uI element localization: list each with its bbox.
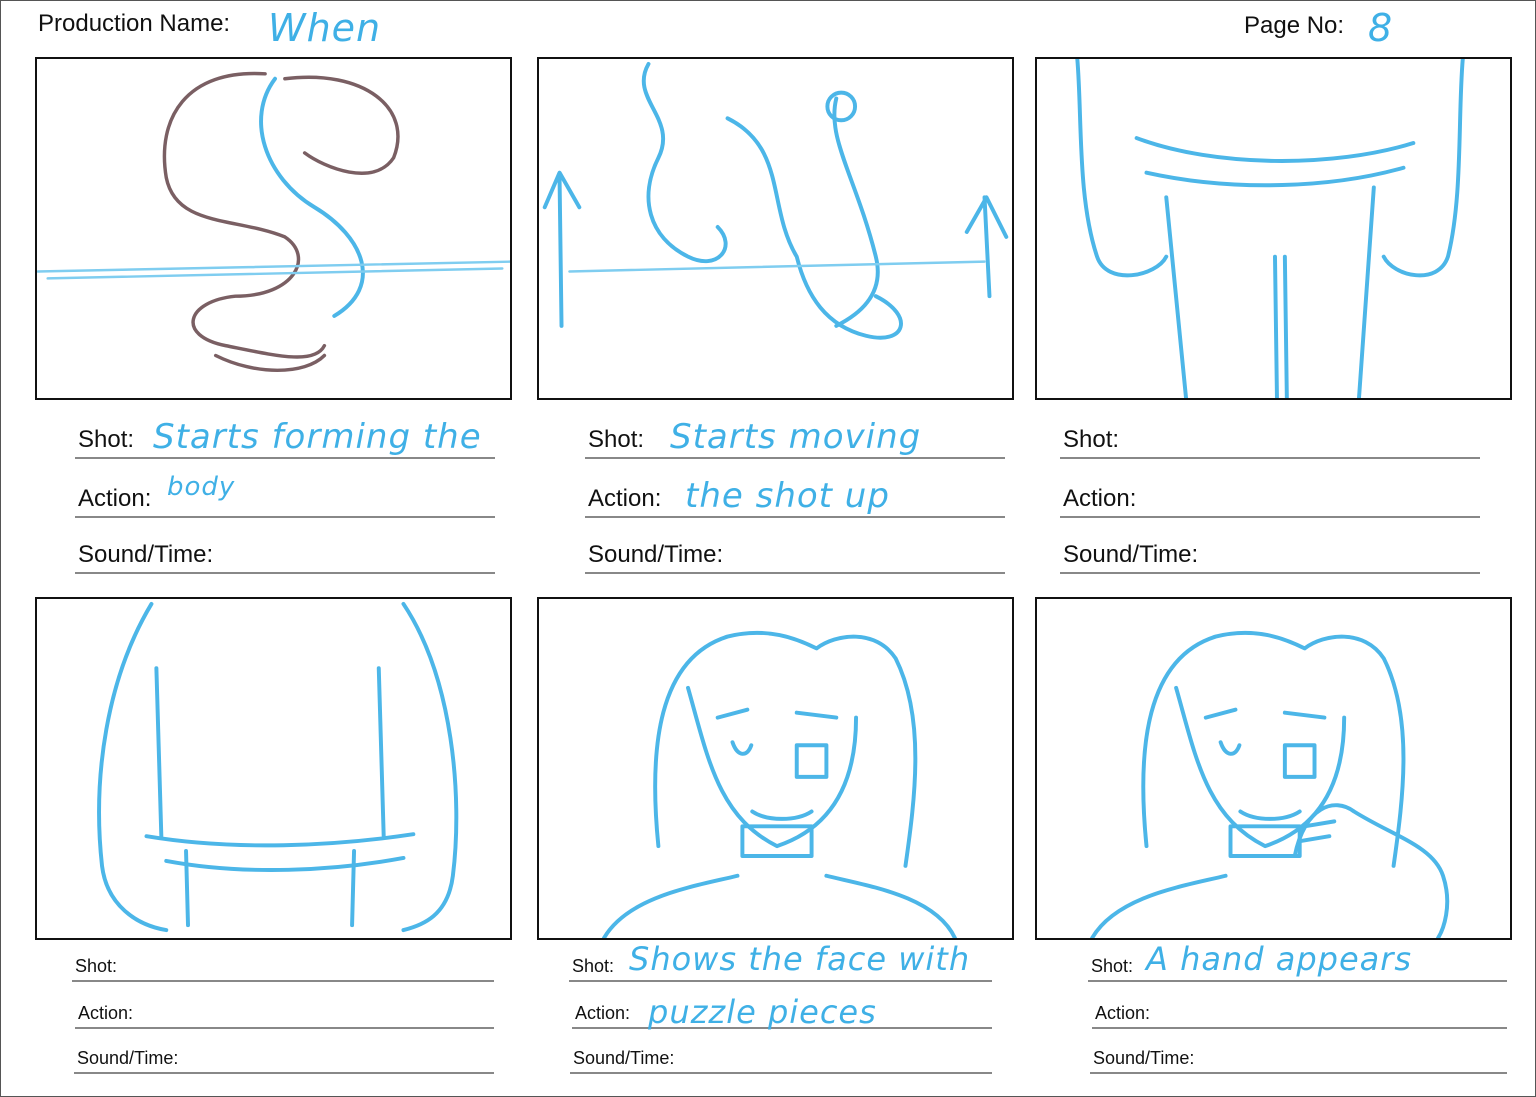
panel-3-action-field[interactable]: Action: bbox=[1060, 475, 1480, 518]
panel-4-frame[interactable] bbox=[35, 597, 512, 940]
panel-3-sketch bbox=[1075, 59, 1465, 398]
panel-6-shot-field[interactable]: Shot: A hand appears bbox=[1088, 940, 1507, 982]
action-label: Action: bbox=[1063, 485, 1137, 512]
sound-time-label: Sound/Time: bbox=[1093, 1048, 1195, 1068]
panel-2-sound-field[interactable]: Sound/Time: bbox=[585, 533, 1005, 574]
panel-1-action-field[interactable]: Action: body bbox=[75, 472, 495, 518]
panel-1-frame[interactable] bbox=[35, 57, 512, 400]
action-label: Action: bbox=[78, 1003, 134, 1023]
panel-3-sound-field[interactable]: Sound/Time: bbox=[1060, 533, 1480, 574]
action-label: Action: bbox=[588, 485, 662, 512]
production-name-label: Production Name: bbox=[38, 10, 231, 37]
panel-4-sketch bbox=[97, 601, 459, 933]
panel-2-shot-field[interactable]: Shot: Starts moving bbox=[585, 416, 1005, 459]
shot-label: Shot: bbox=[572, 956, 615, 976]
panel-2-frame[interactable] bbox=[537, 57, 1014, 400]
panel-3-shot-field[interactable]: Shot: bbox=[1060, 416, 1480, 459]
panel-1-shot-note: Starts forming the bbox=[153, 417, 482, 457]
sound-time-label: Sound/Time: bbox=[573, 1048, 675, 1068]
panel-5-sketch bbox=[602, 630, 957, 938]
production-name-value[interactable]: When bbox=[268, 6, 381, 50]
sound-time-label: Sound/Time: bbox=[1063, 541, 1199, 568]
panel-2-sketch bbox=[542, 61, 1009, 340]
panel-2-shot-note: Starts moving bbox=[670, 417, 922, 457]
panel-6-frame[interactable] bbox=[1035, 597, 1512, 940]
panel-4-sound-field[interactable]: Sound/Time: bbox=[74, 1046, 494, 1074]
panel-5-sound-field[interactable]: Sound/Time: bbox=[570, 1046, 992, 1074]
page-no-label: Page No: bbox=[1244, 12, 1345, 39]
panel-4-action-field[interactable]: Action: bbox=[75, 1000, 494, 1029]
panel-3-frame[interactable] bbox=[1035, 57, 1512, 400]
action-label: Action: bbox=[1095, 1003, 1151, 1023]
action-label: Action: bbox=[575, 1003, 631, 1023]
panel-5-action-note: puzzle pieces bbox=[648, 993, 877, 1031]
panel-1-action-note: body bbox=[167, 472, 236, 502]
shot-label: Shot: bbox=[75, 956, 118, 976]
panel-2-action-note: the shot up bbox=[685, 476, 890, 516]
shot-label: Shot: bbox=[78, 426, 135, 453]
panel-1-shot-field[interactable]: Shot: Starts forming the bbox=[75, 416, 495, 459]
sound-time-label: Sound/Time: bbox=[588, 541, 724, 568]
panel-4-shot-field[interactable]: Shot: bbox=[72, 952, 494, 982]
shot-label: Shot: bbox=[588, 426, 645, 453]
panel-6-sketch bbox=[1090, 630, 1450, 938]
panel-6-sound-field[interactable]: Sound/Time: bbox=[1090, 1046, 1507, 1074]
panel-2-action-field[interactable]: Action: the shot up bbox=[585, 475, 1005, 518]
panel-5-action-field[interactable]: Action: puzzle pieces bbox=[572, 993, 992, 1031]
panel-6-shot-note: A hand appears bbox=[1146, 940, 1413, 978]
shot-label: Shot: bbox=[1063, 426, 1120, 453]
sound-time-label: Sound/Time: bbox=[77, 1048, 179, 1068]
sound-time-label: Sound/Time: bbox=[78, 541, 214, 568]
panel-1-sketch bbox=[37, 71, 510, 373]
shot-label: Shot: bbox=[1091, 956, 1134, 976]
panel-6-action-field[interactable]: Action: bbox=[1092, 1000, 1507, 1029]
panel-5-frame[interactable] bbox=[537, 597, 1014, 940]
panel-5-shot-note: Shows the face with bbox=[629, 940, 971, 978]
action-label: Action: bbox=[78, 485, 152, 512]
panel-1-sound-field[interactable]: Sound/Time: bbox=[75, 533, 495, 574]
page-no-value[interactable]: 8 bbox=[1368, 6, 1393, 50]
panel-5-shot-field[interactable]: Shot: Shows the face with bbox=[569, 940, 992, 982]
